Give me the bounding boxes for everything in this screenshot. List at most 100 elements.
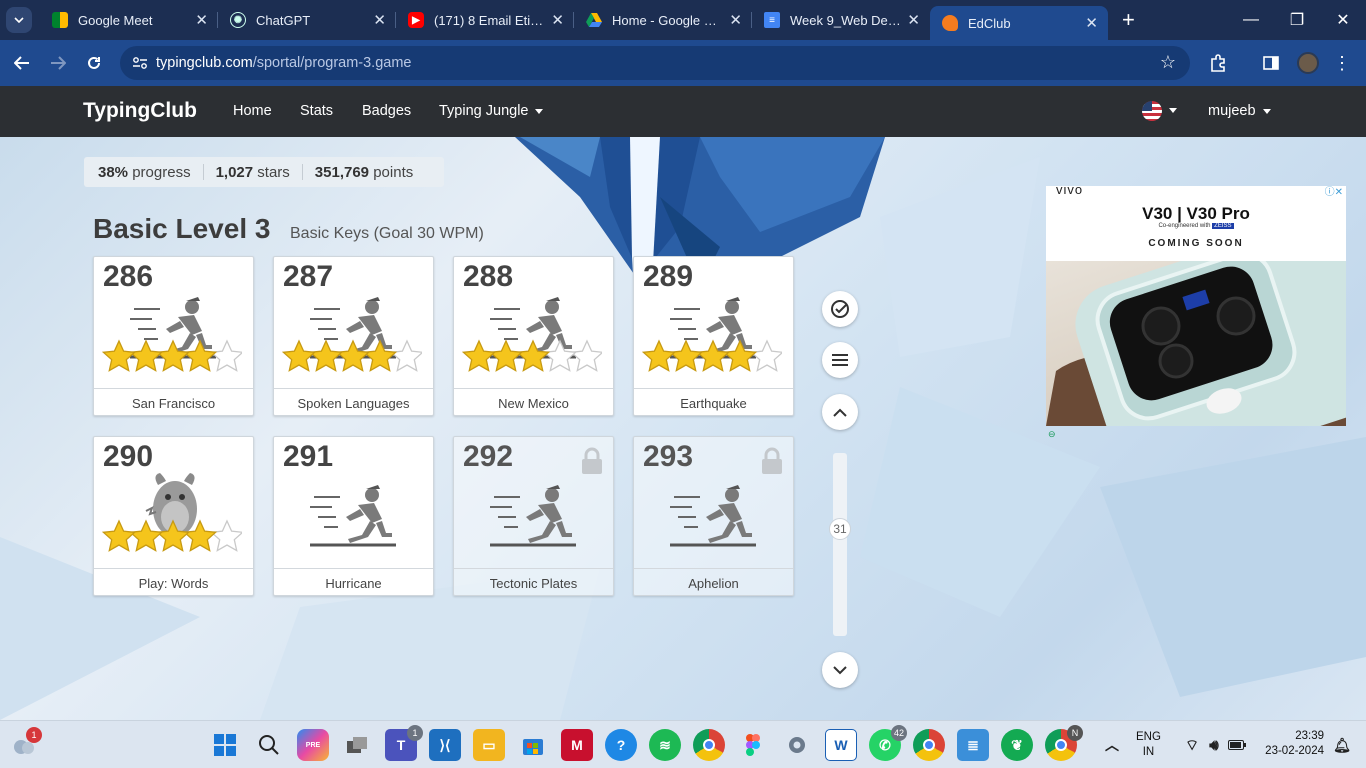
brand-logo[interactable]: TypingClub: [83, 99, 197, 123]
close-icon[interactable]: ✕: [729, 11, 742, 29]
battery-icon[interactable]: [1221, 729, 1253, 761]
system-clock[interactable]: 23:39 23-02-2024: [1258, 729, 1324, 759]
browser-menu-icon[interactable]: ⋮: [1324, 45, 1360, 81]
star-filled-icon: [488, 339, 524, 372]
reload-icon[interactable]: [76, 45, 112, 81]
address-bar[interactable]: typingclub.com/sportal/program-3.game ☆: [120, 46, 1190, 80]
teams-icon[interactable]: T1: [385, 725, 423, 761]
tab-google-meet[interactable]: Google Meet ✕: [40, 0, 218, 40]
back-arrow-icon[interactable]: [4, 45, 40, 81]
tray-chevron-up-icon[interactable]: ︿: [1096, 729, 1128, 761]
input-language[interactable]: ENG IN: [1136, 730, 1161, 760]
star-empty-icon: [389, 339, 425, 372]
lesson-name: Hurricane: [274, 568, 433, 596]
star-filled-icon: [128, 519, 164, 552]
scroll-level-indicator[interactable]: 31: [829, 518, 851, 540]
progress-summary: 38% progress 1,027 stars 351,769 points: [84, 157, 444, 187]
figma-icon[interactable]: [737, 729, 769, 761]
vscode-icon[interactable]: ⟩⟨: [429, 729, 461, 761]
tab-google-docs[interactable]: ≡ Week 9_Web Develop ✕: [752, 0, 930, 40]
search-icon[interactable]: [253, 729, 285, 761]
tab-title: Week 9_Web Develop: [790, 12, 902, 28]
mcafee-icon[interactable]: M: [561, 729, 593, 761]
language-dropdown[interactable]: [1162, 102, 1177, 118]
notification-center-icon[interactable]: 🔔︎: [1326, 729, 1358, 761]
file-explorer-icon[interactable]: ▭: [473, 729, 505, 761]
lesson-card[interactable]: 289 Earthquake: [633, 256, 794, 416]
task-view-icon[interactable]: [341, 729, 373, 761]
nav-home[interactable]: Home: [233, 103, 272, 119]
advertisement-banner[interactable]: vivo ⓘ✕ V30 | V30 Pro Co-engineered with…: [1046, 186, 1346, 426]
user-menu[interactable]: mujeeb: [1208, 103, 1271, 119]
close-icon[interactable]: ✕: [373, 11, 386, 29]
scroll-up-button[interactable]: [822, 394, 858, 430]
caret-down-icon: [535, 108, 544, 114]
close-icon[interactable]: ✕: [907, 11, 920, 29]
mongodb-icon[interactable]: ❦: [1001, 729, 1033, 761]
level-title: Basic Level 3: [93, 213, 271, 244]
star-filled-icon: [155, 519, 191, 552]
lesson-card[interactable]: 288 New Mexico: [453, 256, 614, 416]
nav-typing-jungle-label: Typing Jungle: [439, 103, 529, 119]
maximize-button[interactable]: ❐: [1274, 0, 1320, 40]
lesson-number: 287: [283, 260, 334, 293]
star-filled-icon: [335, 339, 371, 372]
us-flag-icon[interactable]: [1142, 101, 1162, 121]
tab-search-button[interactable]: [6, 7, 32, 33]
notepad-icon[interactable]: ≣: [957, 729, 989, 761]
whatsapp-badge: 42: [890, 725, 907, 741]
star-filled-icon: [182, 339, 218, 372]
start-button[interactable]: [209, 729, 241, 761]
scroll-down-button[interactable]: [822, 652, 858, 688]
menu-button[interactable]: [822, 342, 858, 378]
get-help-icon[interactable]: ?: [605, 729, 637, 761]
chrome-icon[interactable]: [693, 729, 725, 761]
tab-google-drive[interactable]: Home - Google Drive ✕: [574, 0, 752, 40]
minimize-button[interactable]: —: [1228, 0, 1274, 40]
adchoices-icon[interactable]: ⊖: [1048, 429, 1056, 440]
lesson-card[interactable]: 290 Play: Words: [93, 436, 254, 596]
lesson-card[interactable]: 286 San Francisco: [93, 256, 254, 416]
tab-title: ChatGPT: [256, 12, 311, 28]
forward-arrow-icon[interactable]: [40, 45, 76, 81]
tab-edclub[interactable]: EdClub ✕: [930, 6, 1108, 40]
copilot-icon[interactable]: PRE: [297, 729, 329, 761]
url-host: typingclub.com: [156, 55, 253, 71]
close-window-button[interactable]: ✕: [1320, 0, 1366, 40]
main-content: 38% progress 1,027 stars 351,769 points …: [0, 137, 1366, 720]
lesson-card[interactable]: 287 Spoken Languages: [273, 256, 434, 416]
close-icon[interactable]: ✕: [195, 11, 208, 29]
ad-close-icon[interactable]: ⓘ✕: [1325, 186, 1343, 198]
checkmark-button[interactable]: [822, 291, 858, 327]
bookmark-star-icon[interactable]: ☆: [1160, 52, 1176, 73]
star-filled-icon: [695, 339, 731, 372]
whatsapp-icon[interactable]: ✆ 42: [869, 725, 907, 761]
extensions-icon[interactable]: [1200, 45, 1236, 81]
nav-stats[interactable]: Stats: [300, 103, 333, 119]
youtube-icon: ▶: [408, 12, 424, 28]
weather-widget-icon[interactable]: 1: [8, 727, 42, 761]
profile-avatar[interactable]: [1297, 52, 1319, 74]
chrome-alt-icon[interactable]: N: [1045, 725, 1083, 761]
lesson-card[interactable]: 291 Hurricane: [273, 436, 434, 596]
tab-chatgpt[interactable]: ✺ ChatGPT ✕: [218, 0, 396, 40]
lesson-name: Earthquake: [634, 388, 793, 416]
close-icon[interactable]: ✕: [1085, 14, 1098, 32]
side-panel-icon[interactable]: [1253, 45, 1289, 81]
level-scrollbar[interactable]: [833, 453, 847, 636]
spotify-icon[interactable]: ≋: [649, 729, 681, 761]
nav-badges[interactable]: Badges: [362, 103, 411, 119]
star-filled-icon: [641, 339, 677, 372]
new-tab-button[interactable]: +: [1122, 7, 1135, 33]
lock-icon: [762, 447, 782, 474]
microsoft-store-icon[interactable]: [517, 729, 549, 761]
settings-gear-icon[interactable]: [781, 729, 813, 761]
star-empty-icon: [209, 519, 245, 552]
word-icon[interactable]: W: [825, 729, 857, 761]
site-settings-icon[interactable]: [132, 56, 148, 70]
check-circle-icon: [831, 300, 849, 318]
close-icon[interactable]: ✕: [551, 11, 564, 29]
nav-typing-jungle[interactable]: Typing Jungle: [439, 103, 544, 119]
chrome-profile-icon[interactable]: [913, 729, 945, 761]
tab-youtube[interactable]: ▶ (171) 8 Email Etiquett ✕: [396, 0, 574, 40]
